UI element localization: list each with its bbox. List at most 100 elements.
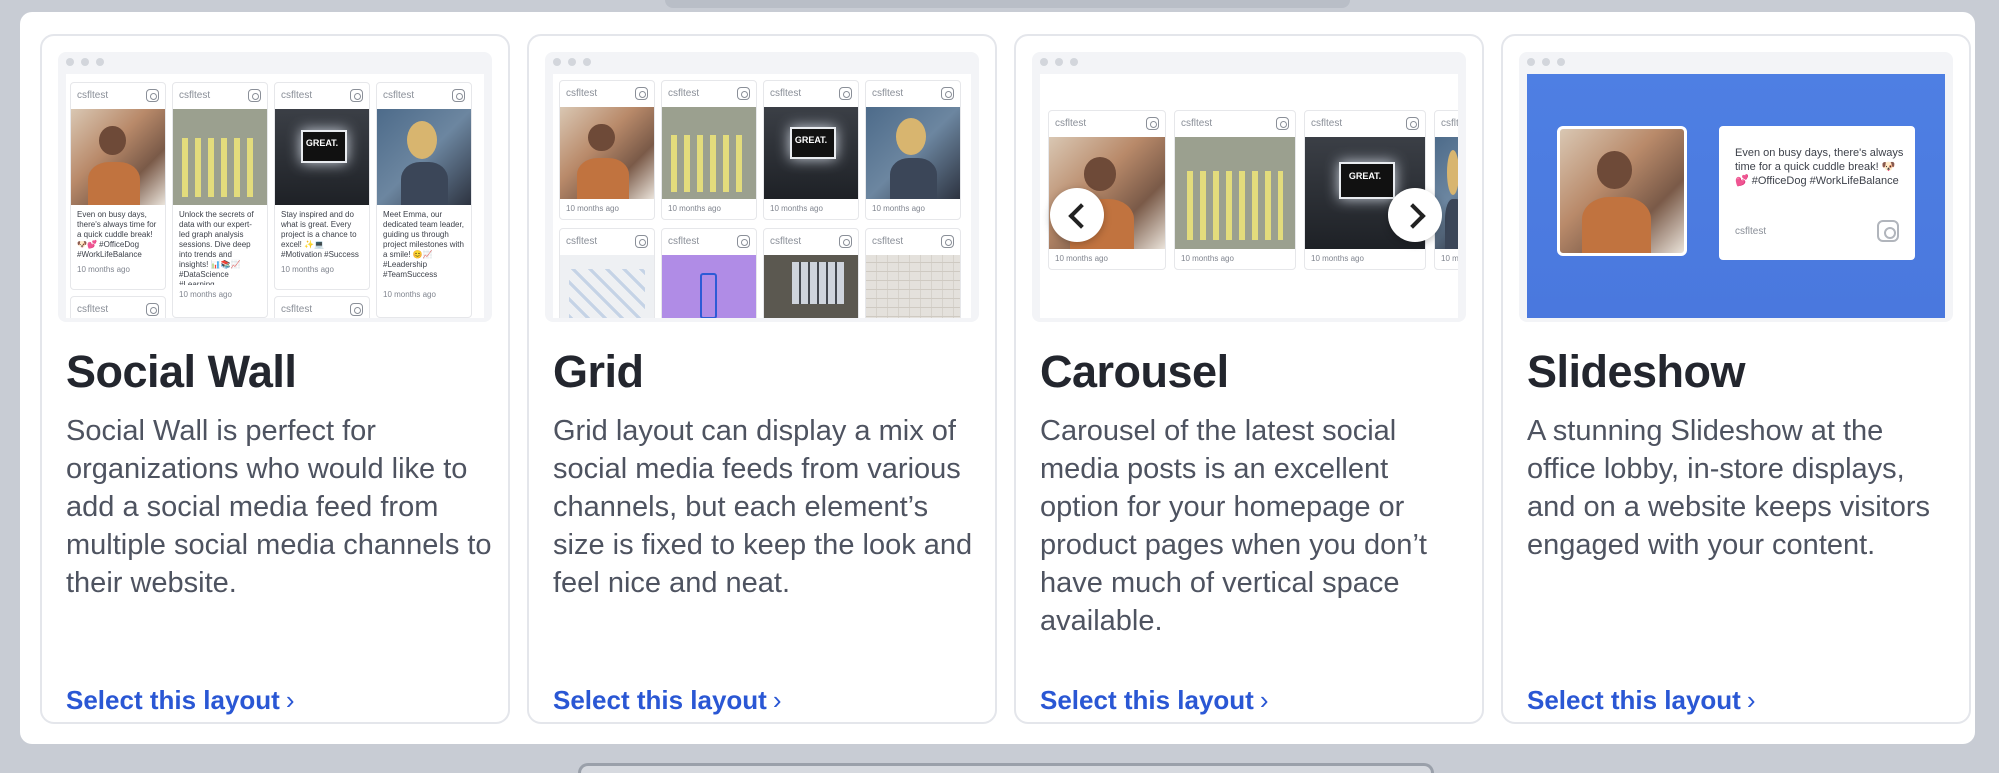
select-layout-link[interactable]: Select this layout › — [66, 685, 295, 716]
post-username: csfltest — [77, 304, 109, 315]
layout-card-social-wall[interactable]: csfltest Even on busy days, there's alwa… — [40, 34, 510, 724]
post-username: csfltest — [872, 236, 904, 247]
post-image — [173, 109, 267, 205]
select-layout-label: Select this layout — [66, 685, 280, 715]
post-image — [275, 109, 369, 205]
slideshow-preview: Even on busy days, there's always time f… — [1519, 52, 1953, 322]
preview-post: csfltest — [559, 228, 655, 318]
instagram-icon — [146, 89, 159, 102]
social-wall-preview: csfltest Even on busy days, there's alwa… — [58, 52, 492, 322]
card-title: Grid — [553, 346, 644, 397]
preview-post: csfltest — [763, 228, 859, 318]
preview-post: csfltest 10 mo — [1434, 110, 1458, 270]
post-username: csfltest — [281, 90, 313, 101]
preview-post: csfltest Unlock the secrets of data with… — [172, 82, 268, 318]
post-username: csfltest — [1441, 118, 1458, 129]
instagram-icon — [635, 87, 648, 100]
post-image — [377, 109, 471, 205]
layout-selection-panel: csfltest Even on busy days, there's alwa… — [20, 12, 1975, 744]
top-tab-edge — [665, 0, 1350, 8]
post-username: csfltest — [566, 88, 598, 99]
preview-post: csfltest 10 months ago — [763, 80, 859, 220]
instagram-icon — [1406, 117, 1419, 130]
preview-post: csfltest 10 months ago — [661, 80, 757, 220]
instagram-icon — [248, 89, 261, 102]
preview-screen: csfltest 10 months ago csfltest 10 month… — [1040, 74, 1458, 318]
select-layout-link[interactable]: Select this layout › — [1527, 685, 1756, 716]
carousel-next-arrow-icon[interactable] — [1388, 188, 1442, 242]
layout-card-slideshow[interactable]: Even on busy days, there's always time f… — [1501, 34, 1971, 724]
card-title: Carousel — [1040, 346, 1229, 397]
post-username: csfltest — [179, 90, 211, 101]
instagram-icon — [839, 87, 852, 100]
preview-post: csfltest 10 months ago — [559, 80, 655, 220]
preview-post: csfltest 10 months ago — [1174, 110, 1296, 270]
preview-screen: csfltest Even on busy days, there's alwa… — [66, 74, 484, 318]
preview-screen: csfltest 10 months ago csfltest 10 month… — [553, 74, 971, 318]
preview-post: csfltest 10 months ago — [865, 80, 961, 220]
preview-post: csfltest Stay inspired and do what is gr… — [274, 82, 370, 290]
instagram-icon — [1877, 220, 1899, 242]
carousel-prev-arrow-icon[interactable] — [1050, 188, 1104, 242]
post-time: 10 months ago — [281, 265, 334, 274]
card-title: Slideshow — [1527, 346, 1746, 397]
post-time: 10 months ago — [1311, 254, 1364, 263]
post-image — [560, 255, 654, 318]
post-username: csfltest — [668, 88, 700, 99]
post-text: Stay inspired and do what is great. Ever… — [281, 210, 359, 259]
post-username: csfltest — [770, 236, 802, 247]
window-dots — [553, 58, 591, 66]
post-image — [866, 107, 960, 199]
preview-post: csfltest — [70, 296, 166, 318]
post-image — [764, 107, 858, 199]
select-layout-label: Select this layout — [1527, 685, 1741, 715]
instagram-icon — [146, 303, 159, 316]
post-time: 10 months ago — [383, 290, 436, 299]
post-username: csfltest — [77, 90, 109, 101]
instagram-icon — [1146, 117, 1159, 130]
post-image — [1175, 137, 1295, 249]
chevron-right-icon: › — [285, 685, 295, 715]
post-time: 10 mo — [1441, 254, 1458, 263]
instagram-icon — [941, 87, 954, 100]
post-username: csfltest — [872, 88, 904, 99]
select-layout-label: Select this layout — [1040, 685, 1254, 715]
post-username: csfltest — [1311, 118, 1343, 129]
chevron-right-icon: › — [1259, 685, 1269, 715]
select-layout-link[interactable]: Select this layout › — [1040, 685, 1269, 716]
instagram-icon — [839, 235, 852, 248]
post-text: Even on busy days, there's always time f… — [77, 210, 157, 259]
instagram-icon — [737, 87, 750, 100]
post-text: Unlock the secrets of data with our expe… — [179, 210, 254, 285]
slide-image — [1557, 126, 1687, 256]
select-layout-label: Select this layout — [553, 685, 767, 715]
layout-card-carousel[interactable]: csfltest 10 months ago csfltest 10 month… — [1014, 34, 1484, 724]
instagram-icon — [350, 303, 363, 316]
layout-card-grid[interactable]: csfltest 10 months ago csfltest 10 month… — [527, 34, 997, 724]
window-dots — [1040, 58, 1078, 66]
post-image — [560, 107, 654, 199]
window-dots — [1527, 58, 1565, 66]
window-dots — [66, 58, 104, 66]
post-username: csfltest — [1181, 118, 1213, 129]
select-layout-link[interactable]: Select this layout › — [553, 685, 782, 716]
post-username: csfltest — [281, 304, 313, 315]
carousel-preview: csfltest 10 months ago csfltest 10 month… — [1032, 52, 1466, 322]
post-image — [764, 255, 858, 318]
instagram-icon — [737, 235, 750, 248]
card-description: Carousel of the latest social media post… — [1040, 415, 1427, 637]
slide-text: Even on busy days, there's always time f… — [1735, 147, 1904, 187]
post-image — [1435, 137, 1458, 249]
slide-post-card: Even on busy days, there's always time f… — [1719, 126, 1915, 260]
preview-post: csfltest Meet Emma, our dedicated team l… — [376, 82, 472, 318]
post-username: csfltest — [383, 90, 415, 101]
instagram-icon — [350, 89, 363, 102]
preview-screen: Even on busy days, there's always time f… — [1527, 74, 1945, 318]
post-image — [662, 255, 756, 318]
instagram-icon — [941, 235, 954, 248]
post-image — [662, 107, 756, 199]
post-username: csfltest — [1055, 118, 1087, 129]
instagram-icon — [452, 89, 465, 102]
card-description: A stunning Slideshow at the office lobby… — [1527, 415, 1930, 561]
instagram-icon — [1276, 117, 1289, 130]
